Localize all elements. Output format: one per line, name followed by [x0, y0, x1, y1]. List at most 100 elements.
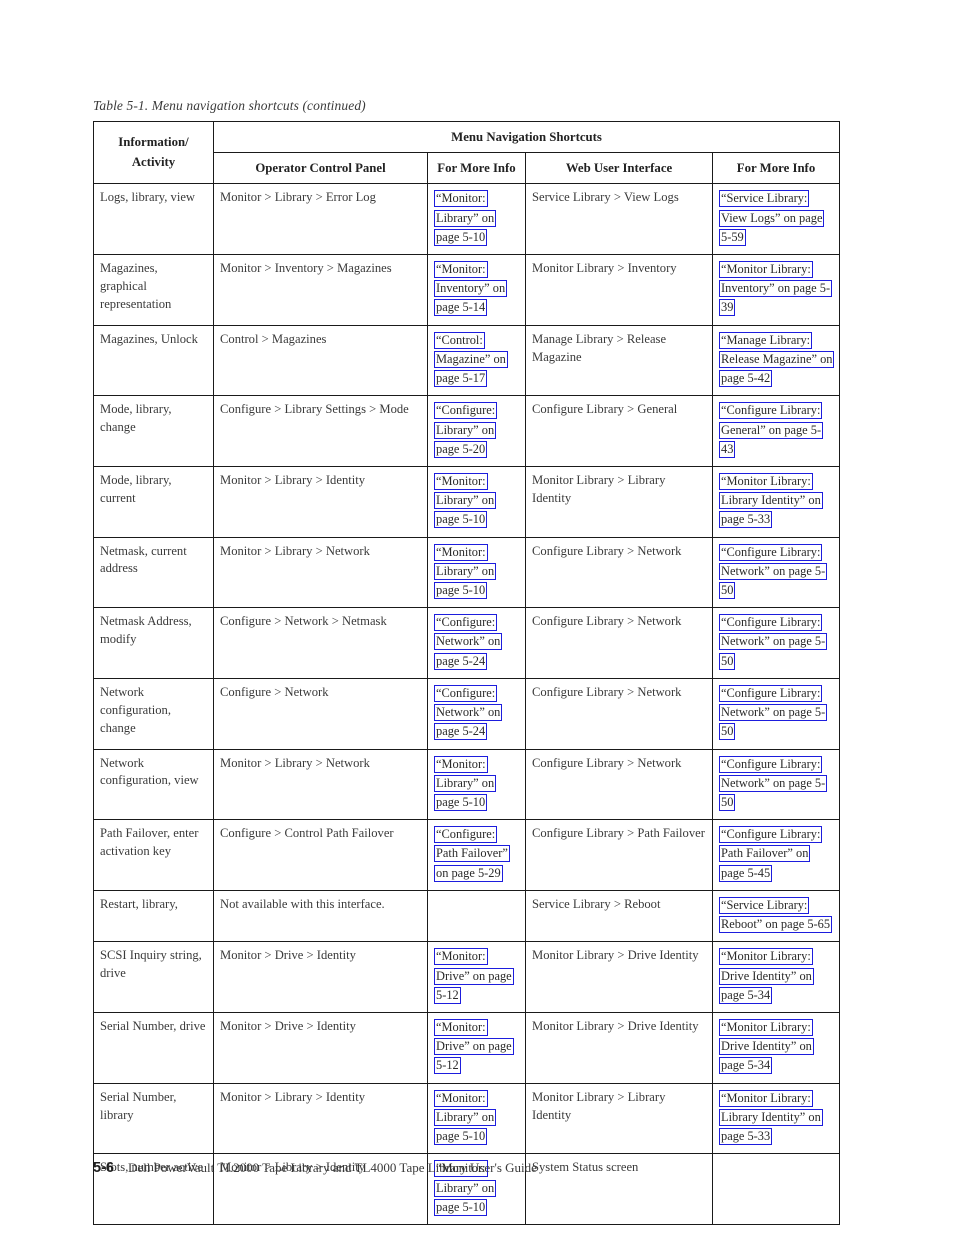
cross-reference-link[interactable]: “Monitor Library: Drive Identity” on pag… — [719, 948, 814, 1004]
table-header-row-1: Information/Activity Menu Navigation Sho… — [93, 120, 841, 185]
cell-web-user-interface: Service Library > View Logs — [525, 183, 713, 255]
cross-reference-link[interactable]: “Manage Library: Release Magazine” on pa… — [719, 331, 835, 388]
cell-operator-control-panel: Configure > Network — [213, 677, 428, 750]
cell-for-more-info-web[interactable]: “Configure Library: Network” on page 5-5… — [711, 607, 841, 679]
cell-for-more-info-ocp[interactable]: “Configure: Path Failover” on page 5-29 — [427, 819, 526, 891]
cell-operator-control-panel: Monitor > Drive > Identity — [213, 1011, 428, 1084]
cell-information-activity: Serial Number, library — [93, 1082, 214, 1155]
cross-reference-link[interactable]: “Configure Library: Network” on page 5-5… — [719, 614, 828, 670]
cell-for-more-info-web[interactable]: “Monitor Library: Inventory” on page 5-3… — [711, 253, 841, 326]
table-row: Magazines, graphical representation Monit… — [93, 253, 841, 326]
cell-operator-control-panel: Configure > Library Settings > Mode — [213, 395, 428, 467]
cell-information-activity: Network configuration, change — [93, 677, 214, 750]
table-row: Logs, library, view Monitor > Library > E… — [93, 183, 841, 255]
cross-reference-link[interactable]: “Configure: Network” on page 5-24 — [434, 684, 503, 741]
cell-operator-control-panel: Configure > Control Path Failover — [213, 819, 428, 891]
cell-information-activity: Magazines, Unlock — [93, 324, 214, 397]
cross-reference-link[interactable]: “Monitor: Library” on page 5-10 — [434, 755, 497, 811]
cell-information-activity: Mode, library, current — [93, 465, 214, 538]
cell-web-user-interface: Configure Library > General — [525, 395, 713, 467]
header-for-more-info-web: For More Info — [711, 152, 841, 185]
cell-web-user-interface: Manage Library > Release Magazine — [525, 324, 713, 397]
cross-reference-link[interactable]: “Monitor: Library” on page 5-10 — [434, 1089, 497, 1146]
cell-operator-control-panel: Monitor > Library > Network — [213, 748, 428, 821]
cross-reference-link[interactable]: “Configure Library: Network” on page 5-5… — [719, 755, 828, 811]
cell-operator-control-panel: Monitor > Drive > Identity — [213, 941, 428, 1013]
cell-for-more-info-ocp[interactable]: “Configure: Network” on page 5-24 — [427, 677, 526, 750]
cell-information-activity: Restart, library, — [93, 889, 214, 943]
cross-reference-link[interactable]: “Configure Library: Network” on page 5-5… — [719, 543, 828, 600]
table-body: Logs, library, view Monitor > Library > E… — [93, 183, 841, 1225]
cell-operator-control-panel: Configure > Network > Netmask — [213, 607, 428, 679]
table-row: Serial Number, drive Monitor > Drive > Id… — [93, 1011, 841, 1084]
cell-web-user-interface: Monitor Library > Library Identity — [525, 1082, 713, 1155]
cross-reference-link[interactable]: “Monitor: Library” on page 5-10 — [434, 472, 497, 529]
cell-web-user-interface: Service Library > Reboot — [525, 889, 713, 943]
table-row: Network configuration, view Monitor > Lib… — [93, 748, 841, 821]
table-row: Path Failover, enter activation key Confi… — [93, 819, 841, 891]
cell-for-more-info-ocp[interactable]: “Configure: Library” on page 5-20 — [427, 395, 526, 467]
cell-for-more-info-web[interactable]: “Service Library: View Logs” on page 5-5… — [711, 183, 841, 255]
cell-for-more-info-web[interactable]: “Configure Library: Network” on page 5-5… — [711, 536, 841, 609]
cell-for-more-info-web[interactable]: “Monitor Library: Drive Identity” on pag… — [711, 941, 841, 1013]
cross-reference-link[interactable]: “Monitor: Inventory” on page 5-14 — [434, 260, 508, 317]
table-row: SCSI Inquiry string, drive Monitor > Driv… — [93, 941, 841, 1013]
table-row: Mode, library, change Configure > Library… — [93, 395, 841, 467]
cell-for-more-info-web[interactable]: “Monitor Library: Library Identity” on p… — [711, 1082, 841, 1155]
cross-reference-link[interactable]: “Configure: Library” on page 5-20 — [434, 402, 498, 458]
page-footer: 5-6 Dell PowerVault TL2000 Tape Library a… — [93, 1160, 853, 1176]
cell-for-more-info-ocp[interactable]: “Monitor: Library” on page 5-10 — [427, 748, 526, 821]
cell-for-more-info-web[interactable]: “Manage Library: Release Magazine” on pa… — [711, 324, 841, 397]
cell-for-more-info-ocp[interactable]: “Monitor: Library” on page 5-10 — [427, 1082, 526, 1155]
cross-reference-link[interactable]: “Monitor: Drive” on page 5-12 — [434, 1018, 514, 1075]
header-for-more-info-ocp: For More Info — [427, 152, 526, 185]
cell-for-more-info-ocp[interactable]: “Monitor: Inventory” on page 5-14 — [427, 253, 526, 326]
cell-web-user-interface: Monitor Library > Drive Identity — [525, 1011, 713, 1084]
cell-web-user-interface: Monitor Library > Inventory — [525, 253, 713, 326]
cell-information-activity: Logs, library, view — [93, 183, 214, 255]
cell-operator-control-panel: Monitor > Library > Network — [213, 536, 428, 609]
cell-for-more-info-ocp[interactable]: “Configure: Network” on page 5-24 — [427, 607, 526, 679]
cross-reference-link[interactable]: “Control: Magazine” on page 5-17 — [434, 331, 508, 388]
cell-for-more-info-ocp[interactable]: “Monitor: Library” on page 5-10 — [427, 536, 526, 609]
table-row: Restart, library, Not available with this… — [93, 889, 841, 943]
cell-for-more-info-ocp[interactable]: “Monitor: Library” on page 5-10 — [427, 465, 526, 538]
cell-information-activity: Netmask, current address — [93, 536, 214, 609]
cross-reference-link[interactable]: “Configure Library: General” on page 5-4… — [719, 402, 824, 458]
cell-operator-control-panel: Not available with this interface. — [213, 889, 428, 943]
cross-reference-link[interactable]: “Service Library: Reboot” on page 5-65 — [719, 896, 833, 934]
cell-for-more-info-ocp[interactable]: “Monitor: Library” on page 5-10 — [427, 183, 526, 255]
cell-for-more-info-ocp[interactable]: “Monitor: Drive” on page 5-12 — [427, 1011, 526, 1084]
cross-reference-link[interactable]: “Service Library: View Logs” on page 5-5… — [719, 190, 825, 246]
cell-for-more-info-web[interactable]: “Configure Library: Network” on page 5-5… — [711, 748, 841, 821]
cell-operator-control-panel: Control > Magazines — [213, 324, 428, 397]
cross-reference-link[interactable]: “Configure: Network” on page 5-24 — [434, 614, 503, 670]
cell-web-user-interface: Configure Library > Network — [525, 677, 713, 750]
cell-operator-control-panel: Monitor > Library > Error Log — [213, 183, 428, 255]
cell-for-more-info-web[interactable]: “Configure Library: Network” on page 5-5… — [711, 677, 841, 750]
cross-reference-link[interactable]: “Monitor Library: Library Identity” on p… — [719, 472, 823, 529]
cross-reference-link[interactable]: “Configure Library: Path Failover” on pa… — [719, 826, 823, 882]
cell-for-more-info-web[interactable]: “Configure Library: General” on page 5-4… — [711, 395, 841, 467]
table-header: Information/Activity Menu Navigation Sho… — [93, 120, 841, 185]
cell-for-more-info-web[interactable]: “Configure Library: Path Failover” on pa… — [711, 819, 841, 891]
cell-for-more-info-web[interactable]: “Monitor Library: Library Identity” on p… — [711, 465, 841, 538]
cell-for-more-info-ocp[interactable]: “Control: Magazine” on page 5-17 — [427, 324, 526, 397]
cross-reference-link[interactable]: “Monitor: Library” on page 5-10 — [434, 543, 497, 600]
cell-information-activity: SCSI Inquiry string, drive — [93, 941, 214, 1013]
document-page: Table 5-1. Menu navigation shortcuts (co… — [0, 0, 954, 1235]
table-caption: Table 5-1. Menu navigation shortcuts (co… — [93, 98, 366, 113]
cell-for-more-info-ocp — [427, 889, 526, 943]
cell-for-more-info-web[interactable]: “Monitor Library: Drive Identity” on pag… — [711, 1011, 841, 1084]
table-row: Network configuration, change Configure >… — [93, 677, 841, 750]
cross-reference-link[interactable]: “Monitor Library: Inventory” on page 5-3… — [719, 260, 833, 317]
cross-reference-link[interactable]: “Configure Library: Network” on page 5-5… — [719, 684, 828, 741]
cross-reference-link[interactable]: “Monitor: Drive” on page 5-12 — [434, 948, 514, 1004]
cross-reference-link[interactable]: “Monitor: Library” on page 5-10 — [434, 190, 497, 246]
cross-reference-link[interactable]: “Monitor Library: Drive Identity” on pag… — [719, 1018, 814, 1075]
cross-reference-link[interactable]: “Configure: Path Failover” on page 5-29 — [434, 826, 510, 882]
cell-for-more-info-ocp[interactable]: “Monitor: Drive” on page 5-12 — [427, 941, 526, 1013]
cell-for-more-info-web[interactable]: “Service Library: Reboot” on page 5-65 — [711, 889, 841, 943]
cross-reference-link[interactable]: “Monitor Library: Library Identity” on p… — [719, 1089, 823, 1146]
cell-web-user-interface: Monitor Library > Drive Identity — [525, 941, 713, 1013]
